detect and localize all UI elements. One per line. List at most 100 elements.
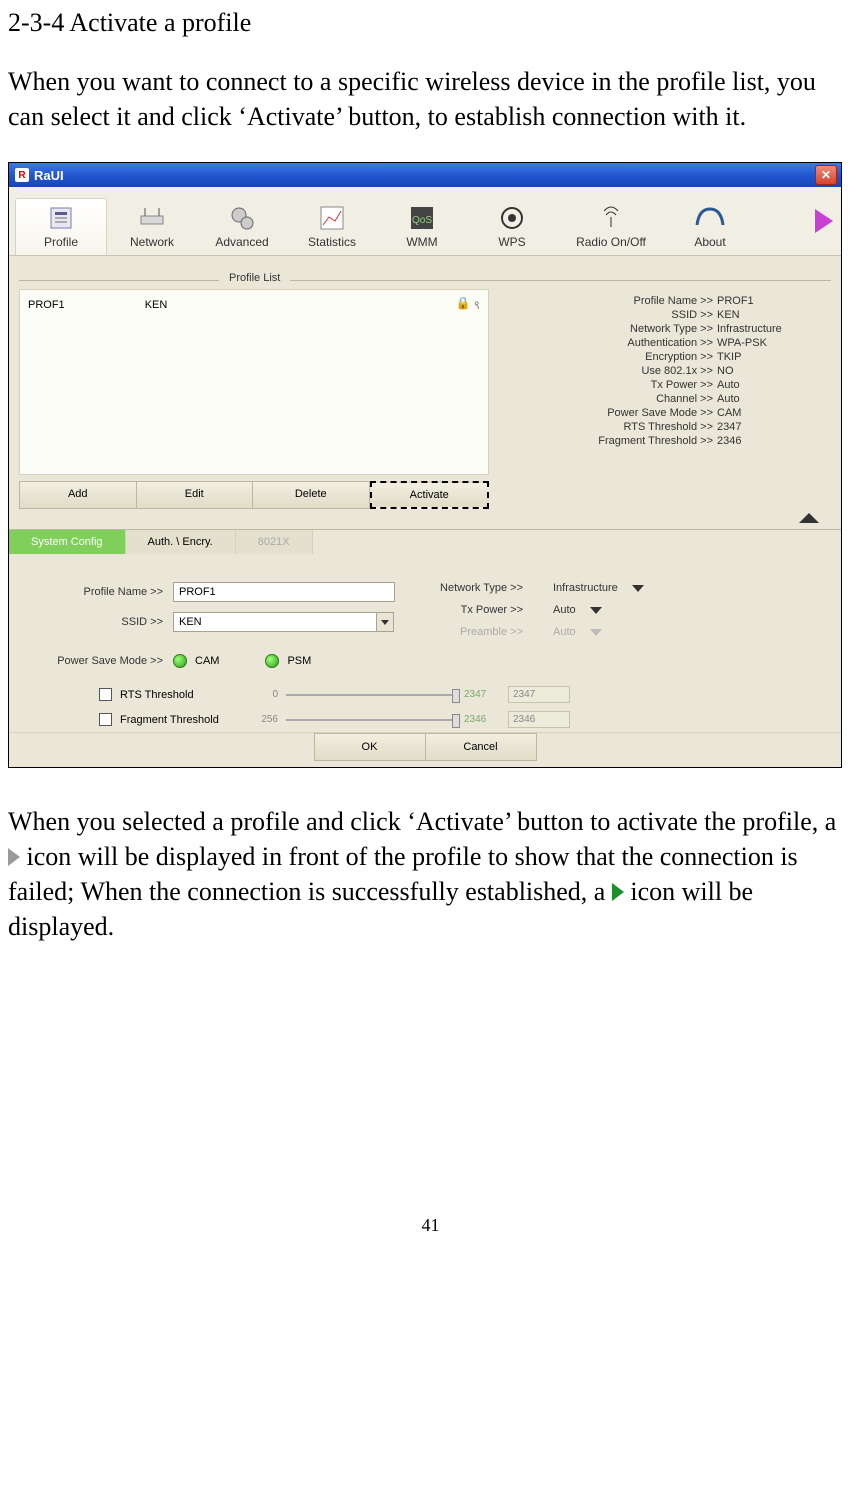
tab-auth-encry[interactable]: Auth. \ Encry. xyxy=(126,530,236,554)
add-button[interactable]: Add xyxy=(19,481,137,509)
network-icon xyxy=(137,203,167,233)
svg-text:QoS: QoS xyxy=(412,215,432,226)
ssid-dropdown-button[interactable] xyxy=(377,612,394,632)
app-title: RaUI xyxy=(34,168,64,183)
wmm-icon: QoS xyxy=(407,203,437,233)
success-triangle-icon xyxy=(612,883,624,901)
profile-list-divider: Profile List xyxy=(19,280,831,281)
toolbar-label: Radio On/Off xyxy=(576,235,646,249)
tab-system-config[interactable]: System Config xyxy=(9,530,126,554)
profile-row-ssid: KEN xyxy=(145,299,168,311)
chevron-up-icon xyxy=(799,513,819,523)
slider-thumb[interactable] xyxy=(452,689,460,703)
toolbar-label: WPS xyxy=(498,235,525,249)
label-fragment: Fragment Threshold xyxy=(120,714,240,726)
label-ssid: SSID >> xyxy=(23,616,163,628)
gear-icon xyxy=(227,203,257,233)
detail-row: Authentication >>WPA-PSK xyxy=(503,337,827,349)
label-power-save-mode: Power Save Mode >> xyxy=(23,655,163,667)
config-bottom-buttons: OK Cancel xyxy=(9,732,841,761)
ok-button[interactable]: OK xyxy=(314,733,426,761)
profile-actions: Add Edit Delete Activate xyxy=(19,481,489,509)
profile-list: PROF1 KEN 🔒 ९ Add Edit Delete Activate xyxy=(19,289,489,509)
config-tabs: System Config Auth. \ Encry. 8021X xyxy=(9,530,841,554)
fail-triangle-icon xyxy=(8,848,20,866)
delete-button[interactable]: Delete xyxy=(253,481,370,509)
rts-value-box: 2347 xyxy=(508,686,570,703)
radio-cam-label: CAM xyxy=(195,655,219,667)
cancel-button[interactable]: Cancel xyxy=(426,733,537,761)
forward-arrow-icon[interactable] xyxy=(815,209,833,233)
ssid-input[interactable] xyxy=(173,612,377,632)
doc-paragraph-1: When you want to connect to a specific w… xyxy=(8,64,853,134)
profile-pane: Profile List PROF1 KEN 🔒 ९ xyxy=(9,256,841,529)
chevron-down-icon xyxy=(590,607,602,614)
security-icons: 🔒 ९ xyxy=(456,296,480,313)
lock-icon: 🔒 xyxy=(456,296,471,313)
profile-icon xyxy=(46,203,76,233)
toolbar-profile[interactable]: Profile xyxy=(15,198,107,255)
label-network-type: Network Type >> xyxy=(423,582,523,594)
frag-slider[interactable] xyxy=(286,719,456,721)
rts-slider[interactable] xyxy=(286,694,456,696)
profile-name-input[interactable] xyxy=(173,582,395,602)
toolbar-statistics[interactable]: Statistics xyxy=(287,199,377,255)
close-button[interactable]: ✕ xyxy=(815,165,837,185)
radio-icon xyxy=(596,203,626,233)
preamble-value: Auto xyxy=(553,626,576,638)
detail-row: RTS Threshold >>2347 xyxy=(503,421,827,433)
toolbar-label: WMM xyxy=(406,235,437,249)
network-type-value: Infrastructure xyxy=(553,582,618,594)
chevron-down-icon xyxy=(590,629,602,636)
toolbar-wmm[interactable]: QoS WMM xyxy=(377,199,467,255)
profile-row-name: PROF1 xyxy=(28,299,65,311)
toolbar-advanced[interactable]: Advanced xyxy=(197,199,287,255)
radio-psm[interactable] xyxy=(265,654,279,668)
chevron-down-icon xyxy=(381,620,389,625)
main-toolbar: Profile Network Advanced Statistics xyxy=(9,187,841,256)
radio-cam[interactable] xyxy=(173,654,187,668)
slider-thumb[interactable] xyxy=(452,714,460,728)
profile-list-body[interactable]: PROF1 KEN 🔒 ९ xyxy=(19,289,489,475)
toolbar-radio[interactable]: Radio On/Off xyxy=(557,199,665,255)
config-pane: System Config Auth. \ Encry. 8021X Profi… xyxy=(9,529,841,767)
toolbar-wps[interactable]: WPS xyxy=(467,199,557,255)
detail-row: Use 802.1x >>NO xyxy=(503,365,827,377)
tx-power-dropdown[interactable]: Auto xyxy=(533,604,693,616)
page-number: 41 xyxy=(8,1215,853,1246)
toolbar-label: Statistics xyxy=(308,235,356,249)
doc-section-heading: 2-3-4 Activate a profile xyxy=(8,8,853,38)
frag-value-box: 2346 xyxy=(508,711,570,728)
toolbar-about[interactable]: About xyxy=(665,199,755,255)
frag-max: 2346 xyxy=(464,714,500,725)
network-type-dropdown[interactable]: Infrastructure xyxy=(533,582,693,594)
toolbar-label: Profile xyxy=(44,235,78,249)
chevron-down-icon xyxy=(632,585,644,592)
edit-button[interactable]: Edit xyxy=(137,481,254,509)
detail-row: SSID >>KEN xyxy=(503,309,827,321)
label-preamble: Preamble >> xyxy=(423,626,523,638)
frag-min: 256 xyxy=(248,714,278,725)
toolbar-label: Advanced xyxy=(215,235,268,249)
label-tx-power: Tx Power >> xyxy=(423,604,523,616)
radio-psm-label: PSM xyxy=(287,655,311,667)
key-icon: ९ xyxy=(474,296,480,313)
profile-list-row[interactable]: PROF1 KEN 🔒 ९ xyxy=(28,296,480,313)
rts-checkbox[interactable] xyxy=(99,688,112,701)
profile-details: Profile Name >>PROF1 SSID >>KEN Network … xyxy=(495,289,831,509)
statistics-icon xyxy=(317,203,347,233)
collapse-toggle[interactable] xyxy=(19,509,831,529)
profile-list-legend: Profile List xyxy=(219,272,290,284)
detail-row: Network Type >>Infrastructure xyxy=(503,323,827,335)
toolbar-network[interactable]: Network xyxy=(107,199,197,255)
tx-power-value: Auto xyxy=(553,604,576,616)
doc-paragraph-2: When you selected a profile and click ‘A… xyxy=(8,804,853,944)
preamble-dropdown: Auto xyxy=(533,626,693,638)
activate-button[interactable]: Activate xyxy=(370,481,490,509)
app-screenshot: R RaUI ✕ Profile Network xyxy=(8,162,842,768)
wps-icon xyxy=(497,203,527,233)
window-titlebar: R RaUI ✕ xyxy=(9,163,841,187)
frag-checkbox[interactable] xyxy=(99,713,112,726)
detail-row: Tx Power >>Auto xyxy=(503,379,827,391)
label-profile-name: Profile Name >> xyxy=(23,586,163,598)
